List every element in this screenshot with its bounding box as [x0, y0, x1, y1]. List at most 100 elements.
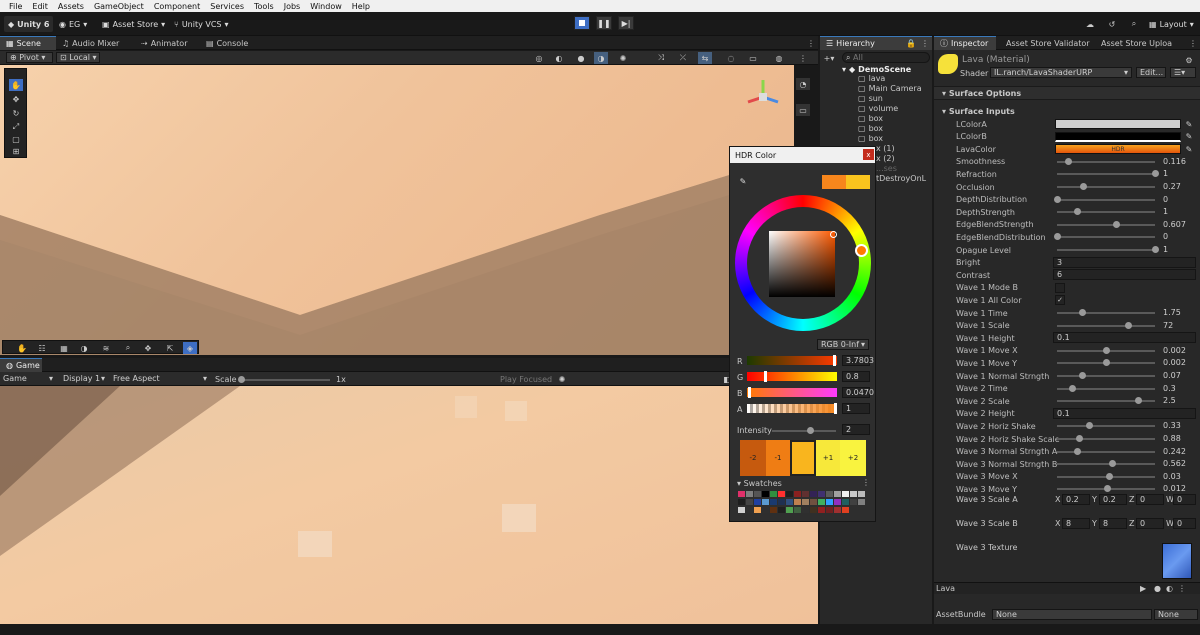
property-slider[interactable]	[1057, 249, 1155, 251]
color-swatch[interactable]	[738, 507, 745, 513]
layout-button[interactable]: ▦ Layout ▾	[1145, 16, 1198, 32]
settings-icon[interactable]: ✺	[555, 373, 569, 385]
scale-a-x-field[interactable]: 0.2	[1062, 494, 1090, 505]
intensity-slider-knob[interactable]	[807, 427, 814, 434]
color-swatch[interactable]	[826, 491, 833, 497]
color-swatch[interactable]	[754, 499, 761, 505]
shaded-icon[interactable]: ◐	[552, 52, 566, 64]
property-checkbox[interactable]	[1055, 282, 1065, 293]
light-preview-icon[interactable]: ◐	[1166, 584, 1173, 593]
color-swatch[interactable]	[746, 491, 753, 497]
display-dropdown[interactable]: Display 1 ▾	[60, 373, 108, 384]
transform-tool-icon[interactable]: ⊞	[9, 145, 23, 157]
scale-a-y-field[interactable]: 0.2	[1099, 494, 1127, 505]
property-slider[interactable]	[1057, 463, 1155, 466]
color-swatch[interactable]	[810, 507, 817, 513]
property-slider-knob[interactable]	[1105, 472, 1113, 480]
b-slider[interactable]	[747, 388, 837, 397]
hierarchy-item[interactable]: tDestroyOnL	[876, 173, 926, 183]
settings-icon[interactable]: ⚙	[1182, 54, 1196, 66]
scale-b-x-field[interactable]: 8	[1062, 518, 1090, 529]
property-value-field[interactable]: 0.242	[1160, 445, 1196, 457]
property-checkbox[interactable]: ✓	[1055, 295, 1065, 306]
intensity-step-current[interactable]	[790, 440, 816, 476]
terrain-icon[interactable]: ▦	[57, 342, 71, 354]
lock-icon[interactable]: 🔒	[904, 37, 918, 49]
property-slider-knob[interactable]	[1068, 384, 1076, 392]
r-slider-knob[interactable]	[833, 355, 836, 366]
move-icon[interactable]: ✥	[141, 342, 155, 354]
intensity-slider[interactable]	[772, 430, 836, 432]
lighting-icon[interactable]: ⤫	[676, 52, 690, 64]
more-options-icon[interactable]: ⋮	[796, 52, 810, 64]
menu-help[interactable]: Help	[347, 2, 375, 11]
step-button[interactable]: ▶|	[618, 16, 634, 30]
property-number-field[interactable]: 0.1	[1053, 407, 1196, 419]
color-swatch[interactable]	[762, 507, 769, 513]
tab-audio-mixer[interactable]: ♫ Audio Mixer	[56, 36, 125, 50]
color-swatch[interactable]	[818, 499, 825, 505]
property-slider-knob[interactable]	[1075, 435, 1083, 442]
play-focused-dropdown[interactable]: Play Focused	[500, 375, 552, 384]
color-swatch[interactable]	[842, 491, 849, 497]
hand-tool-icon[interactable]: ✋	[9, 79, 23, 91]
color-swatch[interactable]	[770, 491, 777, 497]
property-value-field[interactable]: 0.012	[1160, 483, 1196, 495]
search-icon[interactable]: ⌕	[121, 342, 135, 354]
hand-tool-icon[interactable]: ✋	[15, 342, 29, 354]
color-swatch[interactable]	[834, 491, 841, 497]
color-swatch[interactable]	[786, 507, 793, 513]
globe-icon[interactable]: ◎	[532, 52, 546, 64]
color-swatch[interactable]	[794, 491, 801, 497]
property-slider-knob[interactable]	[1152, 246, 1159, 253]
color-swatch[interactable]	[770, 499, 777, 505]
game-mode-dropdown[interactable]: Game ▾	[0, 373, 56, 384]
audio-toggle-icon[interactable]: ⇆	[698, 52, 712, 64]
texture-thumbnail[interactable]	[1162, 543, 1192, 579]
property-value-field[interactable]: 0.562	[1160, 458, 1196, 470]
g-slider[interactable]	[747, 372, 837, 381]
hierarchy-item[interactable]: x (2)	[876, 153, 895, 163]
property-number-field[interactable]: 0.1	[1053, 332, 1196, 344]
menu-services[interactable]: Services	[205, 2, 249, 11]
tab-animator[interactable]: ⇢ Animator	[135, 36, 193, 50]
color-swatch[interactable]	[738, 491, 745, 497]
property-slider[interactable]	[1057, 223, 1155, 226]
g-slider-knob[interactable]	[764, 371, 767, 382]
property-slider[interactable]	[1057, 186, 1155, 188]
color-swatch[interactable]	[818, 507, 825, 513]
scale-b-w-field[interactable]: 0	[1173, 518, 1196, 529]
tab-game[interactable]: ◍ Game	[0, 358, 42, 372]
edit-shader-button[interactable]: Edit...	[1136, 67, 1166, 78]
color-swatch[interactable]	[778, 507, 785, 513]
saturation-value-box[interactable]	[769, 231, 835, 297]
property-slider-knob[interactable]	[1073, 208, 1081, 216]
assetbundle-variant-dropdown[interactable]: None	[1154, 609, 1198, 620]
property-slider[interactable]	[1057, 312, 1155, 314]
b-slider-knob[interactable]	[748, 387, 751, 398]
hierarchy-item[interactable]: ▢ sun	[858, 93, 883, 103]
history-icon[interactable]: ↺	[1105, 18, 1119, 30]
menu-edit[interactable]: Edit	[27, 2, 53, 11]
orientation-gizmo[interactable]	[740, 74, 786, 120]
a-slider-knob[interactable]	[834, 403, 837, 414]
property-slider[interactable]	[1057, 375, 1155, 377]
swatches-header[interactable]: ▾ Swatches	[737, 479, 782, 488]
pause-button[interactable]: ❚❚	[596, 16, 612, 30]
color-swatch[interactable]	[786, 499, 793, 505]
sphere-preview-icon[interactable]: ●	[1154, 584, 1161, 593]
shader-menu-button[interactable]: ☰▾	[1170, 67, 1196, 78]
color-swatch[interactable]	[810, 499, 817, 505]
color-swatch[interactable]	[746, 499, 753, 505]
property-slider[interactable]	[1057, 425, 1155, 428]
color-swatch[interactable]	[762, 499, 769, 505]
version-control-button[interactable]: ⑂ Unity VCS ▾	[170, 16, 233, 32]
property-slider[interactable]	[1057, 324, 1155, 327]
aspect-dropdown[interactable]: Free Aspect ▾	[110, 373, 210, 384]
scale-tool-icon[interactable]: ⤢	[9, 121, 23, 133]
2d-icon[interactable]: ⤨	[654, 52, 668, 64]
move-tool-icon[interactable]: ✥	[9, 93, 23, 105]
intensity-step-minus2[interactable]: -2	[740, 440, 766, 476]
hierarchy-item[interactable]: ▢ Main Camera	[858, 83, 922, 93]
property-value-field[interactable]: 0.607	[1160, 218, 1196, 230]
